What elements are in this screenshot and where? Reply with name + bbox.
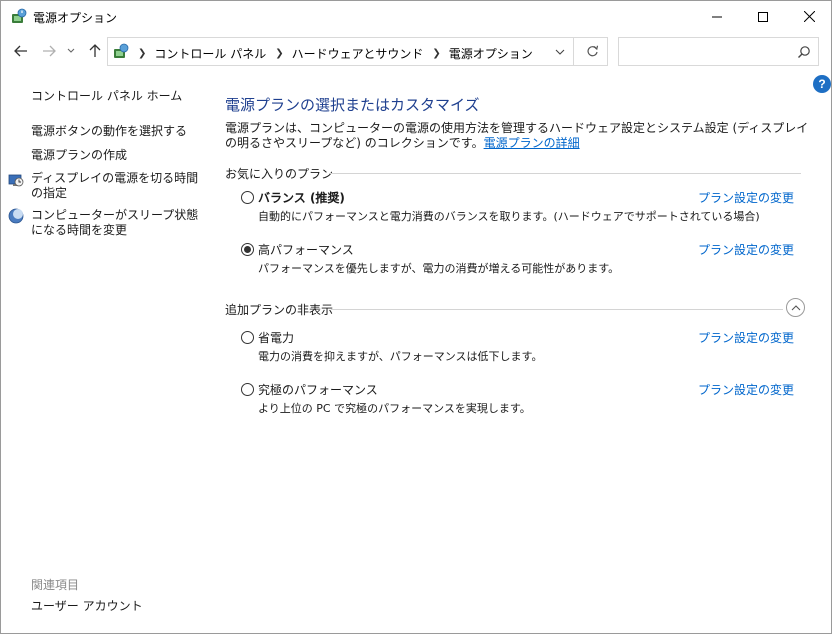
section-divider (329, 173, 801, 174)
hide-additional-plans-heading[interactable]: 追加プランの非表示 (225, 301, 333, 318)
maximize-button[interactable] (740, 1, 786, 32)
plan-name[interactable]: 究極のパフォーマンス (258, 381, 378, 398)
title-bar: 電源オプション (1, 1, 831, 33)
sleep-moon-icon (8, 208, 24, 224)
close-button[interactable] (786, 1, 832, 32)
breadcrumb-hardware-sound[interactable]: ハードウェアとサウンド (292, 45, 424, 62)
page-title: 電源プランの選択またはカスタマイズ (225, 96, 480, 114)
breadcrumb-power-options[interactable]: 電源オプション (449, 45, 533, 62)
plan-name[interactable]: 高パフォーマンス (258, 241, 354, 258)
arrow-left-icon (14, 45, 27, 57)
forward-button[interactable] (39, 41, 59, 61)
help-icon[interactable]: ? (813, 75, 831, 93)
chevron-right-icon[interactable]: ❯ (275, 48, 283, 59)
address-dropdown-button[interactable] (548, 38, 572, 65)
plan-description: 自動的にパフォーマンスと電力消費のバランスを取ります。(ハードウェアでサポートさ… (258, 210, 760, 223)
chevron-down-icon (67, 48, 75, 53)
chevron-right-icon[interactable]: ❯ (138, 48, 146, 59)
arrow-right-icon (43, 45, 56, 57)
arrow-up-icon (89, 44, 101, 57)
plan-description: 電力の消費を抑えますが、パフォーマンスは低下します。 (258, 350, 543, 363)
sidebar-item-create-plan[interactable]: 電源プランの作成 (31, 148, 127, 163)
display-timer-icon (8, 172, 24, 188)
user-accounts-link[interactable]: ユーザー アカウント (31, 599, 143, 614)
section-divider (331, 309, 783, 310)
chevron-down-icon (555, 49, 565, 55)
chevron-right-icon[interactable]: ❯ (432, 48, 440, 59)
navigation-bar: ❯ コントロール パネル ❯ ハードウェアとサウンド ❯ 電源オプション (1, 33, 831, 71)
power-options-icon (112, 43, 130, 61)
maximize-icon (758, 11, 768, 22)
favorite-plans-heading: お気に入りのプラン (225, 167, 334, 181)
minimize-button[interactable] (694, 1, 740, 32)
plan-name[interactable]: バランス (推奨) (258, 189, 345, 206)
breadcrumb: ❯ コントロール パネル ❯ ハードウェアとサウンド ❯ 電源オプション (134, 45, 533, 62)
sidebar-item-display-off-time[interactable]: ディスプレイの電源を切る時間の指定 (31, 171, 201, 201)
sidebar-item-sleep-time[interactable]: コンピューターがスリープ状態になる時間を変更 (31, 208, 201, 238)
plan-balanced: バランス (推奨) 自動的にパフォーマンスと電力消費のバランスを取ります。(ハー… (241, 189, 801, 229)
page-description: 電源プランは、コンピューターの電源の使用方法を管理するハードウェア設定とシステム… (225, 121, 815, 151)
power-options-icon (10, 8, 28, 26)
plan-high-performance-radio[interactable] (241, 243, 254, 256)
left-pane: コントロール パネル ホーム 電源ボタンの動作を選択する 電源プランの作成 ディ… (1, 81, 206, 631)
change-plan-settings-link[interactable]: プラン設定の変更 (698, 381, 794, 398)
back-button[interactable] (11, 41, 31, 61)
plan-power-saver-radio[interactable] (241, 331, 254, 344)
plan-high-performance: 高パフォーマンス パフォーマンスを優先しますが、電力の消費が増える可能性がありま… (241, 241, 801, 281)
sidebar-item-power-button[interactable]: 電源ボタンの動作を選択する (31, 124, 187, 139)
up-button[interactable] (85, 41, 105, 61)
refresh-button[interactable] (578, 38, 606, 65)
address-divider (573, 38, 574, 65)
close-icon (803, 11, 815, 22)
plan-ultimate-performance: 究極のパフォーマンス より上位の PC で究極のパフォーマンスを実現します。 プ… (241, 381, 801, 421)
breadcrumb-control-panel[interactable]: コントロール パネル (154, 45, 266, 62)
change-plan-settings-link[interactable]: プラン設定の変更 (698, 189, 794, 206)
related-items-heading: 関連項目 (31, 578, 80, 592)
change-plan-settings-link[interactable]: プラン設定の変更 (698, 329, 794, 346)
change-plan-settings-link[interactable]: プラン設定の変更 (698, 241, 794, 258)
address-bar[interactable]: ❯ コントロール パネル ❯ ハードウェアとサウンド ❯ 電源オプション (107, 37, 608, 66)
plan-description: より上位の PC で究極のパフォーマンスを実現します。 (258, 402, 531, 415)
plan-ultimate-performance-radio[interactable] (241, 383, 254, 396)
control-panel-home-link[interactable]: コントロール パネル ホーム (31, 89, 182, 104)
recent-locations-button[interactable] (64, 41, 78, 61)
refresh-icon (586, 45, 598, 57)
plan-name[interactable]: 省電力 (258, 329, 294, 346)
plan-description: パフォーマンスを優先しますが、電力の消費が増える可能性があります。 (258, 262, 620, 275)
window-title: 電源オプション (33, 11, 118, 25)
power-plan-details-link[interactable]: 電源プランの詳細 (484, 136, 580, 150)
search-icon (798, 46, 810, 58)
plan-power-saver: 省電力 電力の消費を抑えますが、パフォーマンスは低下します。 プラン設定の変更 (241, 329, 801, 369)
plan-balanced-radio[interactable] (241, 191, 254, 204)
search-input[interactable] (618, 37, 819, 66)
minimize-icon (712, 16, 722, 17)
chevron-up-icon (791, 304, 800, 310)
collapse-button[interactable] (786, 298, 805, 317)
power-options-window: 電源オプション ❯ コントロール パネル ❯ ハードウェアとサウンド ❯ 電源オ… (0, 0, 832, 634)
